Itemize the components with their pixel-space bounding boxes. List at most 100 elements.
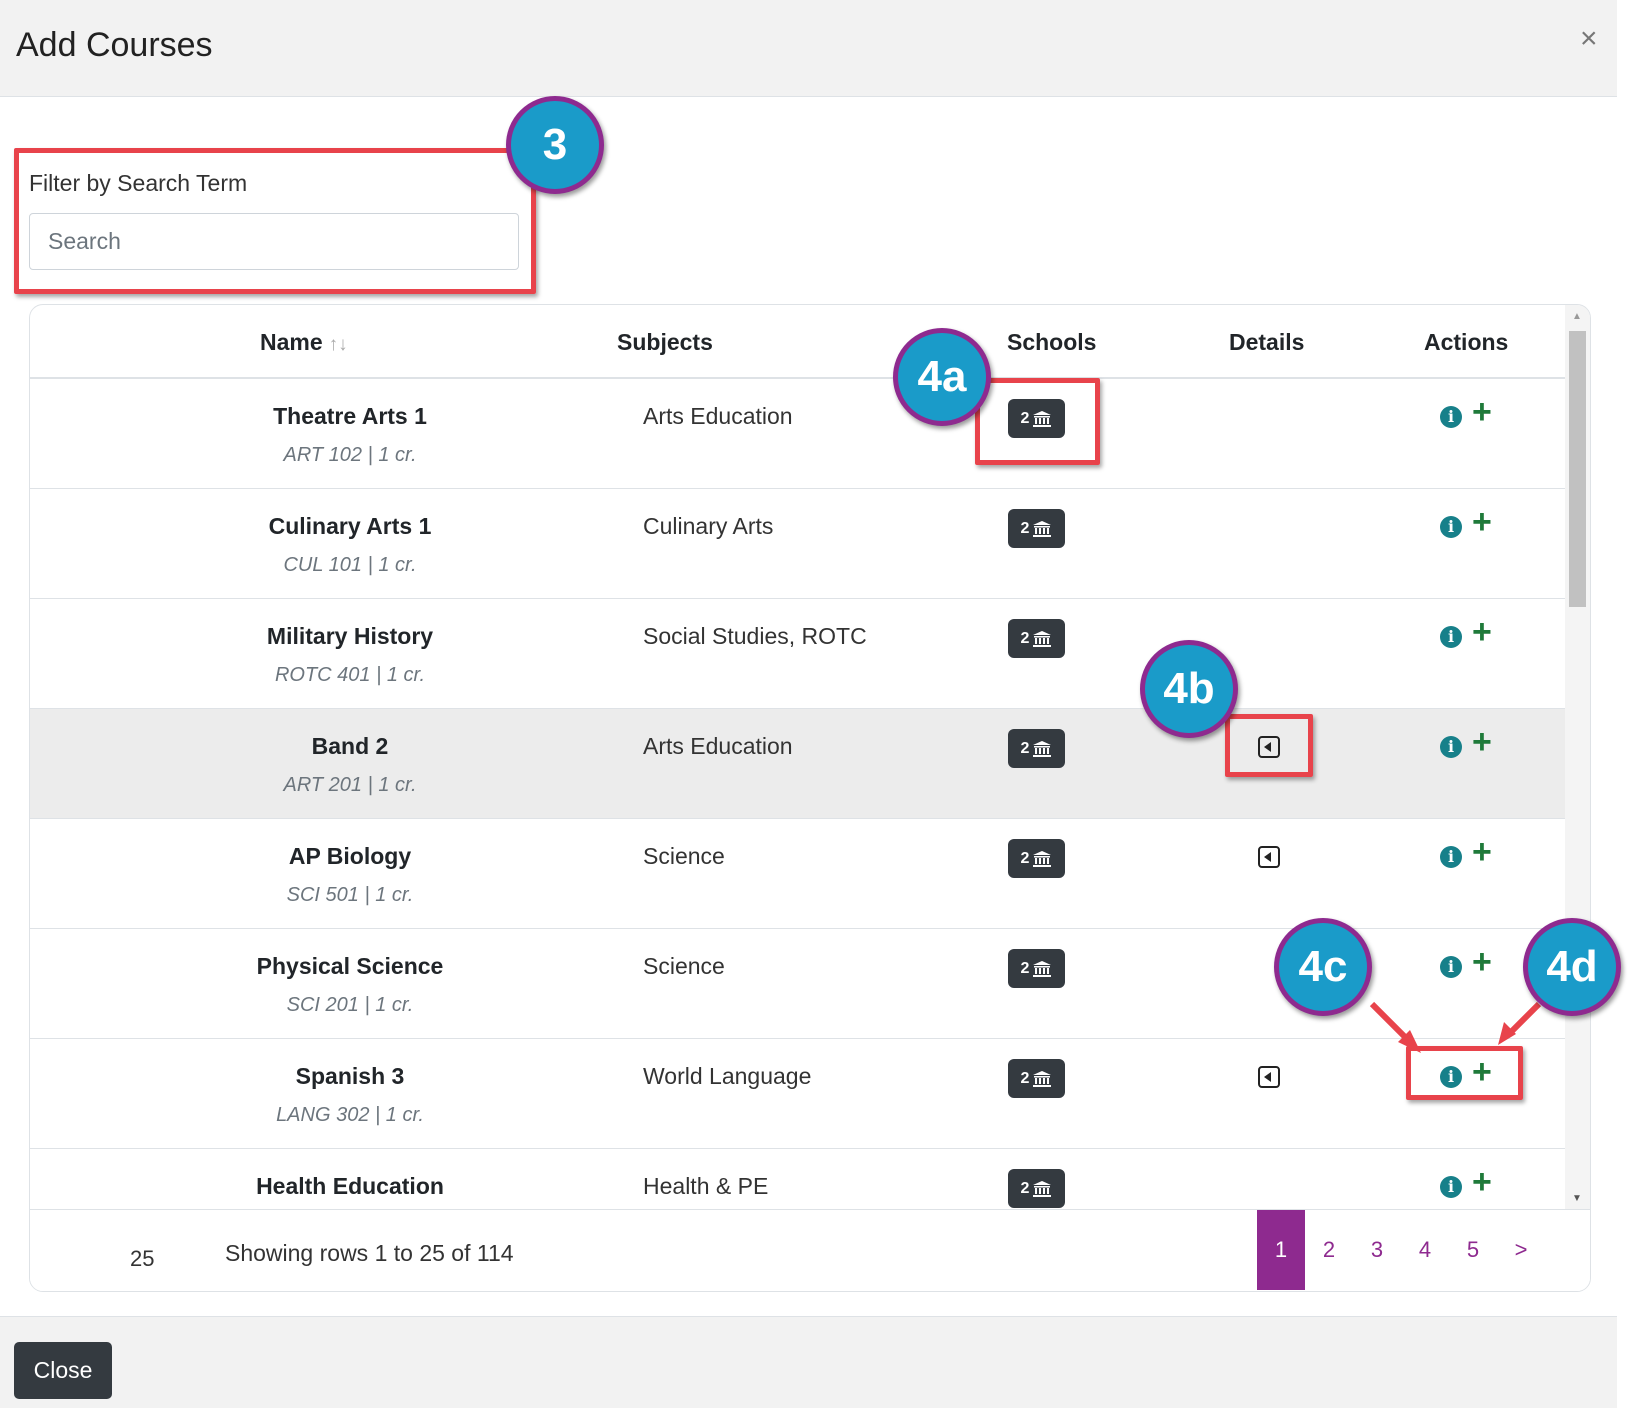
plus-icon[interactable]: +: [1472, 1165, 1492, 1199]
schools-count: 2: [1020, 519, 1030, 537]
close-button[interactable]: Close: [14, 1342, 112, 1399]
page-button-4[interactable]: 4: [1401, 1210, 1449, 1290]
table-row[interactable]: Culinary Arts 1 CUL 101 | 1 cr. Culinary…: [30, 489, 1565, 599]
sort-icon[interactable]: ↑↓: [329, 334, 348, 355]
schools-badge[interactable]: 2: [1008, 1169, 1065, 1208]
callout-box-schools: [975, 378, 1100, 465]
schools-badge[interactable]: 2: [1008, 949, 1065, 988]
institution-icon: [1033, 520, 1052, 537]
schools-badge[interactable]: 2: [1008, 839, 1065, 878]
course-name: Health Education: [256, 1173, 444, 1199]
table-row[interactable]: AP Biology SCI 501 | 1 cr. Science 2 i +: [30, 819, 1565, 929]
schools-badge[interactable]: 2: [1008, 619, 1065, 658]
plus-icon[interactable]: +: [1472, 835, 1492, 869]
institution-icon: [1033, 850, 1052, 867]
course-name-cell: Physical Science SCI 201 | 1 cr.: [90, 953, 610, 1017]
info-circle-icon[interactable]: i: [1440, 516, 1462, 538]
column-header-actions: Actions: [1424, 329, 1509, 355]
pagination: 1 2 3 4 5 >: [1257, 1210, 1545, 1290]
course-subjects: Social Studies, ROTC: [643, 623, 867, 649]
institution-icon: [1033, 1070, 1052, 1087]
table-row[interactable]: Band 2 ART 201 | 1 cr. Arts Education 2 …: [30, 709, 1565, 819]
callout-box-search: [14, 148, 536, 294]
course-name: Physical Science: [256, 953, 444, 979]
table-row[interactable]: Health Education Health & PE 2 i +: [30, 1149, 1565, 1209]
course-name: Military History: [266, 623, 434, 649]
schools-count: 2: [1020, 959, 1030, 977]
course-code: SCI 201 | 1 cr.: [286, 994, 414, 1016]
plus-icon[interactable]: +: [1472, 505, 1492, 539]
column-header-name[interactable]: Name ↑↓: [260, 329, 348, 356]
course-subjects: Science: [643, 953, 725, 979]
callout-box-actions: [1406, 1046, 1523, 1100]
course-name-cell: Health Education: [90, 1173, 610, 1209]
plus-icon[interactable]: +: [1472, 395, 1492, 429]
page-button-3[interactable]: 3: [1353, 1210, 1401, 1290]
next-page-button[interactable]: >: [1497, 1210, 1545, 1290]
course-code: CUL 101 | 1 cr.: [283, 554, 417, 576]
column-header-schools: Schools: [1007, 329, 1097, 355]
callout-bubble-4d: 4d: [1523, 918, 1621, 1016]
info-circle-icon[interactable]: i: [1440, 406, 1462, 428]
course-name-cell: Band 2 ART 201 | 1 cr.: [90, 733, 610, 797]
page-size-select[interactable]: 25: [130, 1246, 154, 1272]
course-code: ART 102 | 1 cr.: [283, 444, 417, 466]
course-name-cell: Military History ROTC 401 | 1 cr.: [90, 623, 610, 687]
callout-box-details: [1225, 714, 1313, 777]
callout-bubble-4c: 4c: [1274, 918, 1372, 1016]
courses-table: Name ↑↓ Subjects Schools Details Actions …: [29, 304, 1591, 1292]
page-button-5[interactable]: 5: [1449, 1210, 1497, 1290]
course-name-cell: Spanish 3 LANG 302 | 1 cr.: [90, 1063, 610, 1127]
course-subjects: Health & PE: [643, 1173, 769, 1199]
schools-count: 2: [1020, 1069, 1030, 1087]
schools-badge[interactable]: 2: [1008, 1059, 1065, 1098]
table-scroll-area: Name ↑↓ Subjects Schools Details Actions …: [30, 305, 1565, 1209]
table-header: Name ↑↓ Subjects Schools Details Actions: [30, 305, 1565, 379]
institution-icon: [1033, 1180, 1052, 1197]
course-subjects: Arts Education: [643, 403, 793, 429]
schools-count: 2: [1020, 849, 1030, 867]
info-circle-icon[interactable]: i: [1440, 1176, 1462, 1198]
vertical-scrollbar[interactable]: ▲ ▼: [1565, 305, 1590, 1209]
course-subjects: Arts Education: [643, 733, 793, 759]
info-circle-icon[interactable]: i: [1440, 846, 1462, 868]
close-icon[interactable]: ×: [1580, 22, 1598, 56]
institution-icon: [1033, 740, 1052, 757]
course-name-cell: Theatre Arts 1 ART 102 | 1 cr.: [90, 403, 610, 467]
callout-bubble-3: 3: [506, 96, 604, 194]
table-row[interactable]: Military History ROTC 401 | 1 cr. Social…: [30, 599, 1565, 709]
course-name: Theatre Arts 1: [273, 403, 427, 429]
info-circle-icon[interactable]: i: [1440, 956, 1462, 978]
schools-count: 2: [1020, 629, 1030, 647]
scroll-thumb[interactable]: [1569, 331, 1586, 607]
caret-square-left-icon[interactable]: [1258, 1066, 1280, 1088]
scroll-down-arrow-icon[interactable]: ▼: [1572, 1193, 1582, 1204]
course-code: ART 201 | 1 cr.: [283, 774, 417, 796]
scroll-up-arrow-icon[interactable]: ▲: [1572, 311, 1582, 322]
schools-count: 2: [1020, 739, 1030, 757]
institution-icon: [1033, 960, 1052, 977]
plus-icon[interactable]: +: [1472, 615, 1492, 649]
schools-badge[interactable]: 2: [1008, 729, 1065, 768]
schools-badge[interactable]: 2: [1008, 509, 1065, 548]
info-circle-icon[interactable]: i: [1440, 736, 1462, 758]
course-subjects: World Language: [643, 1063, 812, 1089]
modal-footer: Close: [0, 1316, 1617, 1408]
page-button-2[interactable]: 2: [1305, 1210, 1353, 1290]
column-header-details: Details: [1229, 329, 1305, 355]
plus-icon[interactable]: +: [1472, 725, 1492, 759]
column-header-subjects: Subjects: [617, 329, 713, 355]
institution-icon: [1033, 630, 1052, 647]
callout-bubble-4b: 4b: [1140, 640, 1238, 738]
table-row[interactable]: Theatre Arts 1 ART 102 | 1 cr. Arts Educ…: [30, 379, 1565, 489]
course-name: AP Biology: [288, 843, 412, 869]
caret-square-left-icon[interactable]: [1258, 846, 1280, 868]
course-name: Culinary Arts 1: [268, 513, 432, 539]
course-code: LANG 302 | 1 cr.: [276, 1104, 424, 1126]
info-circle-icon[interactable]: i: [1440, 626, 1462, 648]
course-subjects: Culinary Arts: [643, 513, 774, 539]
course-name: Band 2: [311, 733, 389, 759]
plus-icon[interactable]: +: [1472, 945, 1492, 979]
table-row[interactable]: Spanish 3 LANG 302 | 1 cr. World Languag…: [30, 1039, 1565, 1149]
page-button-1[interactable]: 1: [1257, 1210, 1305, 1290]
